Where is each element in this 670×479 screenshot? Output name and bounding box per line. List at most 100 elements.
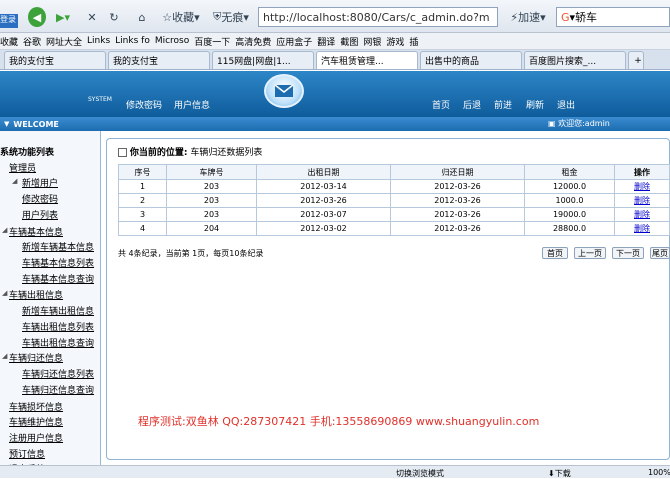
search-input[interactable]: G ▾ 轿车	[556, 7, 670, 27]
user-info-link[interactable]: 用户信息	[174, 98, 210, 111]
prev-page-button[interactable]: 上一页	[574, 247, 606, 259]
zoom-level[interactable]: 100%	[648, 468, 670, 477]
accelerate-button[interactable]: ⚡ 加速 ▾	[504, 7, 552, 27]
next-page-button[interactable]: 下一页	[612, 247, 644, 259]
favorites-label[interactable]: 收藏	[0, 35, 18, 48]
browser-tab[interactable]: 115网盘|网盘|1...	[212, 51, 314, 69]
sidebar-item[interactable]: 车辆归还信息查询	[22, 383, 94, 396]
cell: 删除	[614, 193, 670, 208]
browser-tab[interactable]: 出售中的商品	[420, 51, 522, 69]
col-header: 车牌号	[166, 164, 257, 180]
cell: 203	[166, 207, 257, 222]
location-bar: 你当前的位置: 车辆归还数据列表	[118, 145, 262, 158]
delete-link[interactable]: 删除	[634, 210, 650, 219]
favorites-menu[interactable]: ☆ 收藏 ▾	[158, 7, 204, 27]
app-header: SYSTEM 修改密码 用户信息 首页 后退 前进 刷新 退出	[0, 71, 670, 117]
tab-strip: 我的支付宝 我的支付宝 115网盘|网盘|1... 汽车租赁管理... 出售中的…	[0, 50, 670, 70]
cell: 2012-03-26	[390, 221, 525, 236]
cell: 28800.0	[524, 221, 615, 236]
cell: 4	[118, 221, 167, 236]
sidebar-group[interactable]: 注册用户信息	[9, 431, 63, 444]
expand-icon: ◢	[2, 226, 8, 234]
home-icon[interactable]: ⌂	[134, 7, 150, 27]
welcome-label: WELCOME	[13, 119, 59, 129]
back-button[interactable]: ◀	[28, 7, 46, 27]
cell: 2012-03-14	[256, 179, 391, 194]
col-header: 归还日期	[390, 164, 525, 180]
sidebar-item[interactable]: 用户列表	[22, 208, 58, 221]
table-row: 4 204 2012-03-02 2012-03-26 28800.0 删除	[118, 221, 670, 236]
bookmark[interactable]: 游戏	[386, 35, 404, 48]
refresh-icon[interactable]: ↻	[106, 7, 122, 27]
sidebar-group[interactable]: 车辆归还信息	[9, 351, 63, 364]
sidebar-item[interactable]: 新增车辆基本信息	[22, 240, 94, 253]
first-page-button[interactable]: 首页	[542, 247, 568, 259]
delete-link[interactable]: 删除	[634, 196, 650, 205]
bookmark[interactable]: 谷歌	[23, 35, 41, 48]
bookmark[interactable]: 应用盒子	[276, 35, 312, 48]
bookmark[interactable]: 截图	[340, 35, 358, 48]
expand-icon: ◢	[2, 289, 8, 297]
home-link[interactable]: 首页	[432, 98, 450, 111]
forward-button[interactable]: ▶▾	[52, 7, 74, 27]
triangle-icon: ▼	[4, 120, 10, 128]
bookmark[interactable]: 网银	[363, 35, 381, 48]
mail-icon	[264, 74, 304, 108]
browser-tab[interactable]: 百度图片搜索_...	[524, 51, 626, 69]
browse-mode-button[interactable]: 切换浏览模式	[396, 468, 444, 479]
expand-icon: ◢	[2, 352, 8, 360]
sidebar-group[interactable]: 车辆出租信息	[9, 288, 63, 301]
delete-link[interactable]: 删除	[634, 224, 650, 233]
forward-link[interactable]: 前进	[494, 98, 512, 111]
sidebar-item[interactable]: 新增用户	[22, 176, 58, 189]
incognito-menu[interactable]: ⛨ 无痕 ▾	[208, 7, 254, 27]
browser-tab[interactable]: 我的支付宝	[4, 51, 106, 69]
sidebar-item[interactable]: 车辆基本信息查询	[22, 272, 94, 285]
star-icon: ☆	[162, 10, 173, 24]
bookmark[interactable]: Microso	[155, 36, 189, 46]
col-header: 操作	[614, 164, 670, 180]
sidebar-item[interactable]: 车辆出租信息查询	[22, 336, 94, 349]
sidebar-item[interactable]: 新增车辆出租信息	[22, 304, 94, 317]
browser-tab[interactable]: 我的支付宝	[108, 51, 210, 69]
cell: 203	[166, 193, 257, 208]
col-header: 序号	[118, 164, 167, 180]
sidebar-item[interactable]: 车辆基本信息列表	[22, 256, 94, 269]
address-bar[interactable]: http://localhost:8080/Cars/c_admin.do?m	[258, 7, 498, 27]
lightning-icon: ⚡	[510, 10, 519, 24]
bookmark[interactable]: 百度一下	[194, 35, 230, 48]
sidebar-item[interactable]: 车辆归还信息列表	[22, 367, 94, 380]
bookmark[interactable]: 插	[409, 35, 418, 48]
col-header: 租金	[524, 164, 615, 180]
tester-info: 程序测试:双鱼林 QQ:287307421 手机:13558690869 www…	[138, 415, 540, 428]
bookmark[interactable]: 翻译	[317, 35, 335, 48]
sidebar: 系统功能列表 管理员 ◢ 新增用户 修改密码 用户列表 ◢ 车辆基本信息 新增车…	[0, 131, 101, 475]
logout-link[interactable]: 退出	[557, 98, 575, 111]
bookmark[interactable]: Links	[87, 36, 110, 46]
bookmark[interactable]: 网址大全	[46, 35, 82, 48]
cell: 19000.0	[524, 207, 615, 222]
delete-link[interactable]: 删除	[634, 182, 650, 191]
browser-tab-active[interactable]: 汽车租赁管理...	[316, 51, 418, 69]
sidebar-group[interactable]: 车辆维护信息	[9, 415, 63, 428]
sidebar-group[interactable]: 车辆基本信息	[9, 225, 63, 238]
cell: 3	[118, 207, 167, 222]
back-link[interactable]: 后退	[463, 98, 481, 111]
last-page-button[interactable]: 尾页	[650, 247, 670, 259]
sidebar-item[interactable]: 修改密码	[22, 192, 58, 205]
login-button[interactable]: 登录	[0, 14, 18, 28]
sidebar-item[interactable]: 车辆出租信息列表	[22, 320, 94, 333]
cell: 2012-03-02	[256, 221, 391, 236]
download-button[interactable]: ⬇下载	[548, 468, 571, 479]
change-password-link[interactable]: 修改密码	[126, 98, 162, 111]
sidebar-group-admin[interactable]: 管理员	[9, 161, 36, 174]
cell: 1	[118, 179, 167, 194]
sidebar-group[interactable]: 预订信息	[9, 447, 45, 460]
location-label: 你当前的位置:	[129, 148, 188, 158]
bookmark[interactable]: Links fo	[115, 36, 150, 46]
bookmark[interactable]: 高清免费	[235, 35, 271, 48]
refresh-link[interactable]: 刷新	[526, 98, 544, 111]
stop-icon[interactable]: ✕	[84, 7, 100, 27]
new-tab-button[interactable]: +	[628, 51, 644, 69]
sidebar-group[interactable]: 车辆损坏信息	[9, 400, 63, 413]
